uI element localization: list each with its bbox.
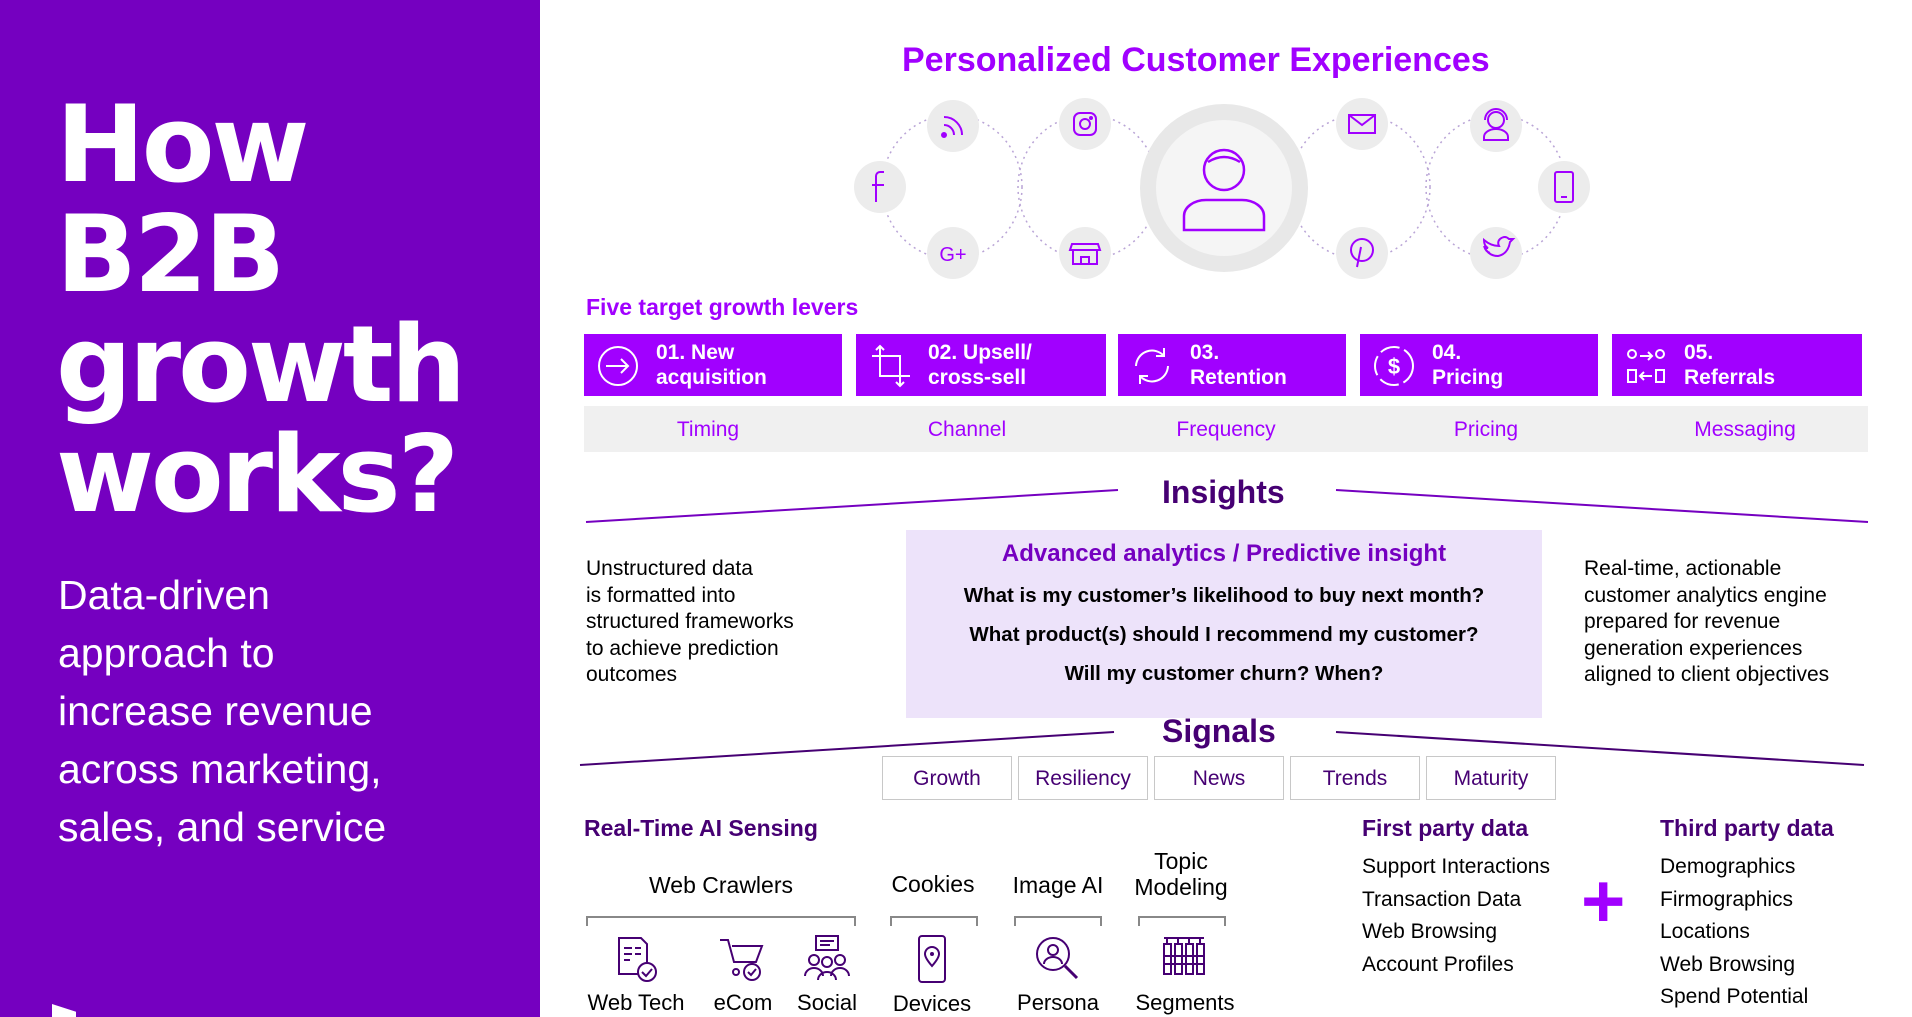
category-cookies: Cookies [891,871,975,897]
list-item: Support Interactions [1362,855,1550,878]
predictive-insight-box: Advanced analytics / Predictive insight … [906,530,1542,718]
signal-growth[interactable]: Growth [882,756,1012,800]
insight-question: Will my customer churn? When? [1064,662,1384,685]
source-devices: Devices [892,991,972,1016]
signal-news[interactable]: News [1154,756,1284,800]
list-item: Locations [1660,920,1750,943]
third-party-list: Demographics Firmographics Locations Web… [1660,851,1808,1014]
text-line: Unstructured data [586,557,753,580]
source-web-tech: Web Tech [587,990,685,1015]
shopping-cart-icon [720,939,764,981]
category-web-crawlers: Web Crawlers [649,872,793,898]
device-location-icon [918,935,946,983]
insights-line-right [1335,489,1869,523]
text-line: is formatted into [586,583,736,607]
insights-heading: Insights [1162,474,1285,510]
source-ecom: eCom [713,990,773,1015]
list-item: Transaction Data [1362,887,1522,911]
first-party-heading: First party data [1362,815,1529,841]
signal-maturity[interactable]: Maturity [1426,756,1556,800]
insight-question: What is my customer’s likelihood to buy … [963,584,1485,607]
plus-sign: + [1581,859,1626,944]
signals-heading: Signals [1162,713,1276,749]
sensing-heading: Real-Time AI Sensing [584,815,818,841]
insight-box-title: Advanced analytics / Predictive insight [1001,540,1447,567]
third-party-heading: Third party data [1660,815,1834,841]
list-item: Account Profiles [1362,952,1514,976]
list-item: Firmographics [1660,887,1794,911]
text-line: aligned to client objectives [1584,663,1830,686]
signal-trends[interactable]: Trends [1290,756,1420,800]
insights-left-text: Unstructured data is formatted into stru… [586,556,794,689]
bracket-web-crawlers [586,916,856,926]
text-line: generation experiences [1584,636,1803,660]
signal-resiliency[interactable]: Resiliency [1018,756,1148,800]
text-line: Real-time, actionable [1584,557,1782,580]
text-line: to achieve prediction [586,636,779,660]
list-item: Demographics [1660,855,1796,878]
text-line: structured frameworks [586,610,794,633]
list-item: Web Browsing [1660,952,1796,976]
insights-line-left [585,489,1119,523]
source-social: Social [797,990,857,1015]
list-item: Spend Potential [1660,985,1809,1008]
social-group-icon [804,935,850,981]
category-topic-modeling: Topic Modeling [1134,848,1228,900]
source-segments: Segments [1135,990,1235,1015]
segments-icon [1163,937,1205,975]
text-line: customer analytics engine [1584,583,1827,607]
text-line: prepared for revenue [1584,610,1781,633]
insight-question: What product(s) should I recommend my cu… [969,623,1479,646]
text-line: outcomes [586,663,678,686]
bracket-topic-modeling [1138,916,1226,926]
category-image-ai: Image AI [1012,872,1104,898]
first-party-list: Support Interactions Transaction Data We… [1362,851,1550,981]
bracket-image-ai [1014,916,1102,926]
source-persona: Persona [1017,990,1099,1015]
persona-search-icon [1036,937,1079,980]
bracket-cookies [890,916,978,926]
insights-right-text: Real-time, actionable customer analytics… [1584,556,1829,689]
web-tech-icon [618,937,657,982]
list-item: Web Browsing [1362,920,1498,943]
